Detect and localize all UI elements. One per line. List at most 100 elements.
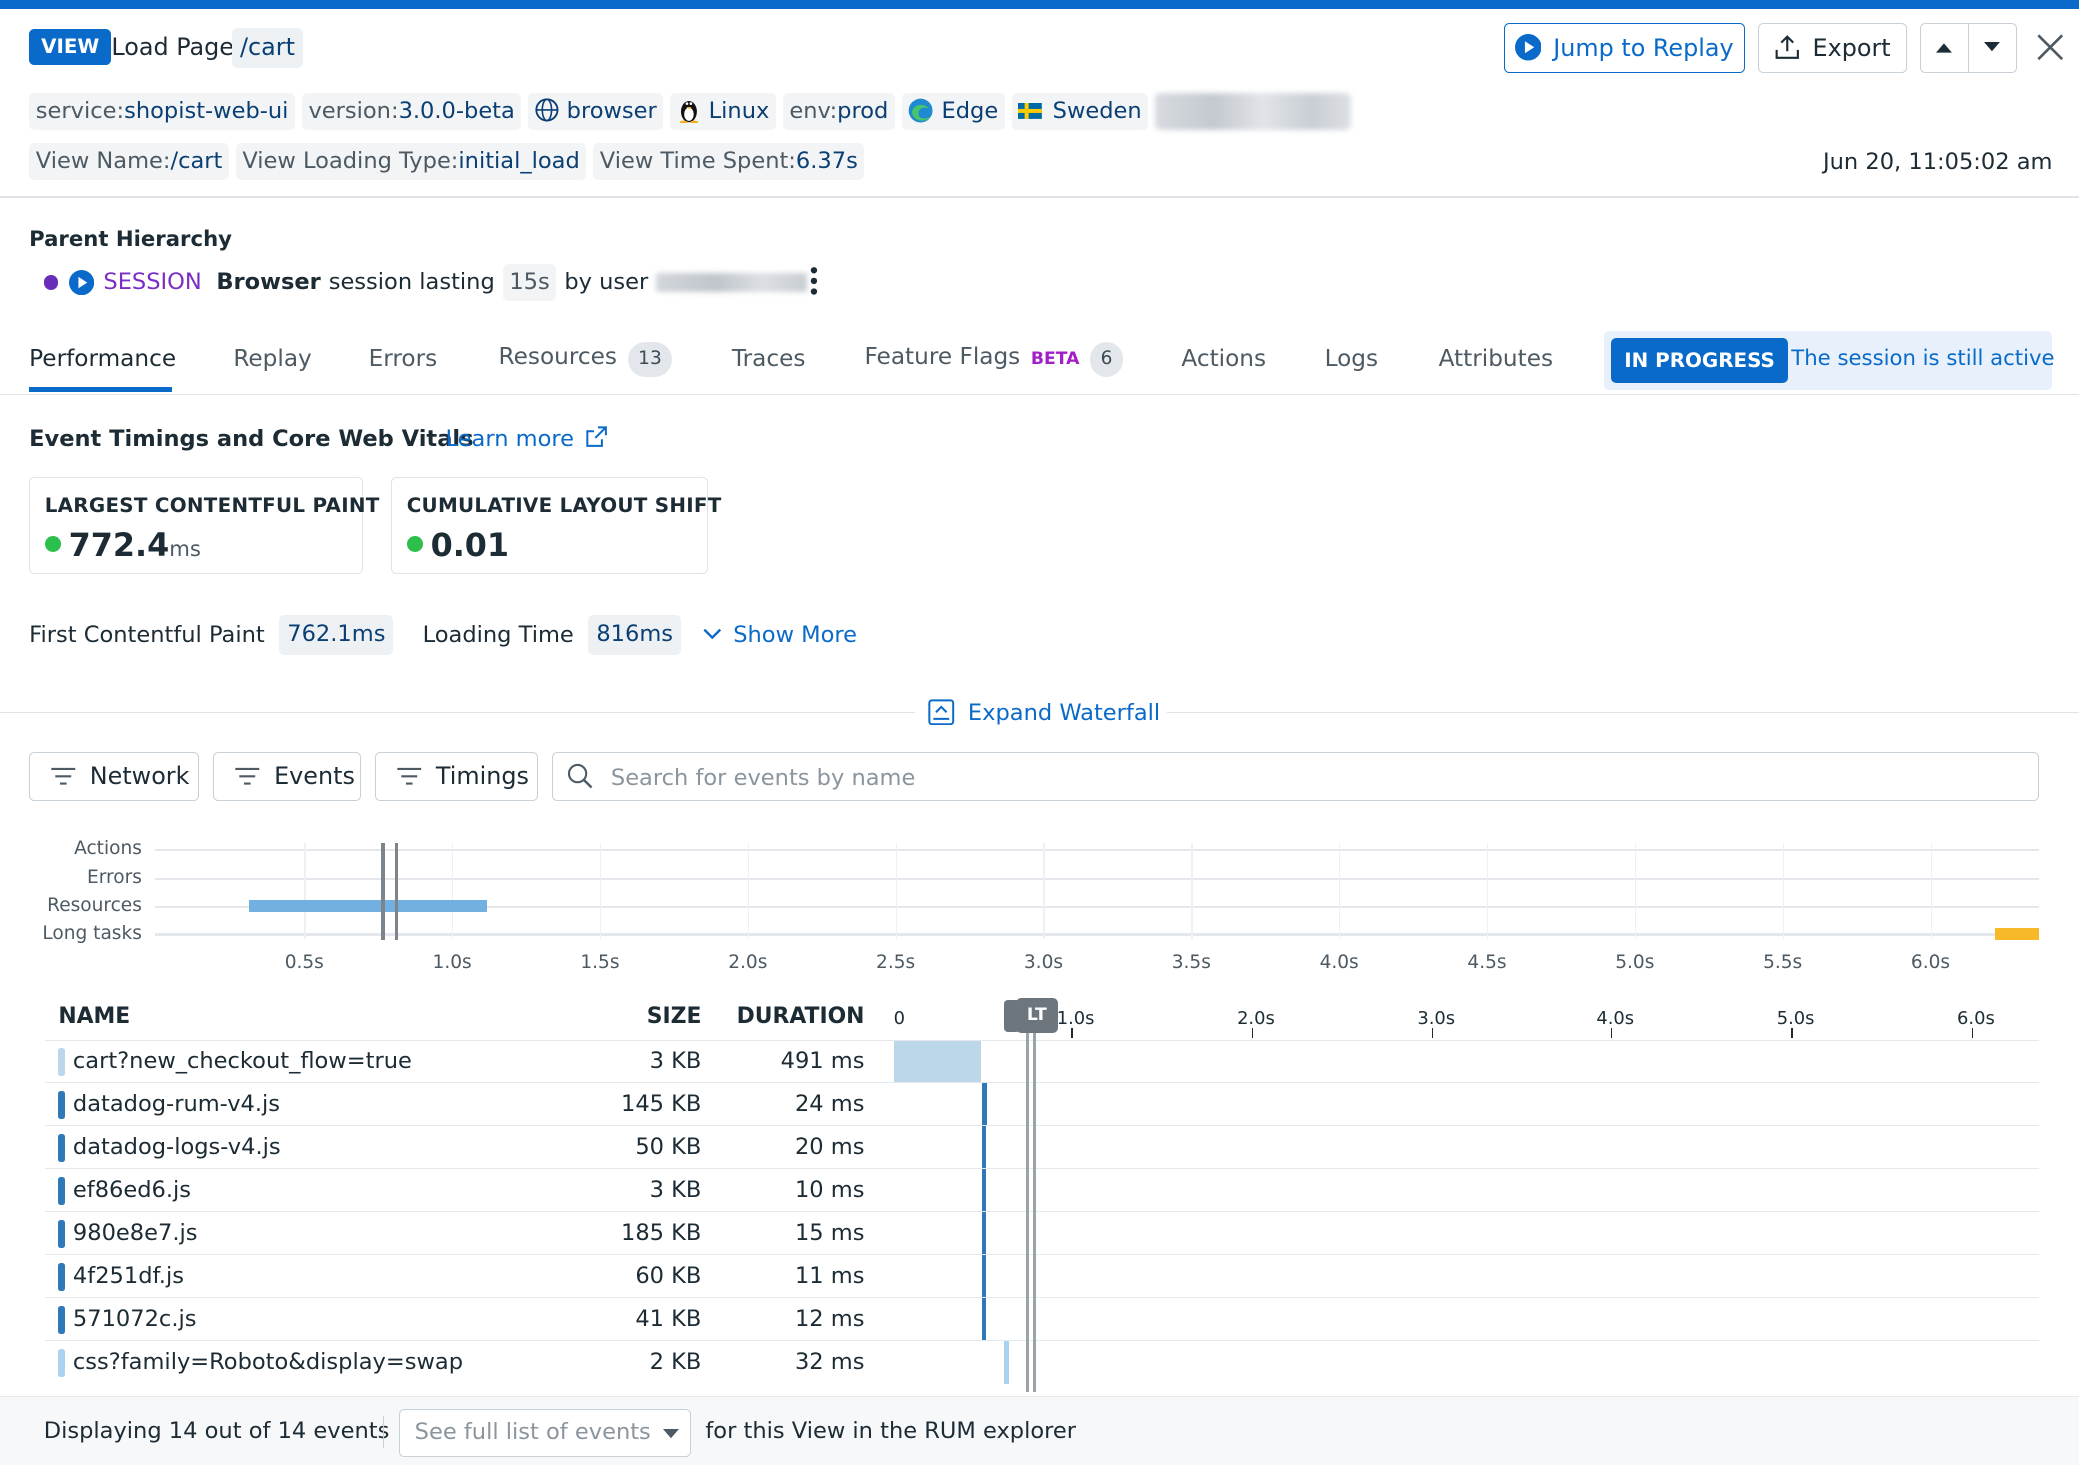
expand-waterfall-button[interactable]: Expand Waterfall [928,699,1160,726]
service-tag[interactable]: service:shopist-web-ui [29,92,296,130]
jump-to-replay-button[interactable]: Jump to Replay [1503,22,1745,73]
resource-row[interactable]: ef86ed6.js 3 KB 10 ms [45,1168,2040,1212]
resource-type-marker [58,1263,65,1292]
timeline-gridline [747,843,750,939]
browser-name-tag[interactable]: Edge [901,92,1005,130]
event-search-input[interactable] [608,760,2019,796]
next-event-button[interactable] [1967,22,2017,73]
resource-size: 41 KB [635,1306,702,1333]
timeline-row-long-tasks: Long tasks [42,922,142,944]
events-filter-button[interactable]: Events [213,751,361,801]
resource-row[interactable]: cart?new_checkout_flow=true 3 KB 491 ms [45,1039,2040,1083]
os-tag[interactable]: Linux [670,92,776,130]
more-options-icon[interactable] [806,265,822,305]
resource-name: datadog-rum-v4.js [72,1091,281,1118]
waterfall-bar[interactable] [982,1083,987,1126]
resource-duration: 10 ms [794,1177,865,1204]
waterfall-tick-label: 2.0s [1237,1007,1275,1029]
resource-duration: 32 ms [794,1349,865,1376]
resource-type-marker [58,1048,65,1077]
session-status-banner: IN PROGRESS The session is still active [1604,331,2055,390]
sweden-flag-icon [1018,103,1043,120]
tab-feature-flags[interactable]: Feature Flags BETA 6 [864,342,1124,377]
column-header-size[interactable]: SIZE [647,1004,702,1029]
resource-duration: 12 ms [794,1306,865,1333]
resource-size: 50 KB [635,1134,702,1161]
event-timestamp: Jun 20, 11:05:02 am [1823,148,2053,175]
cls-card: CUMULATIVE LAYOUT SHIFT 0.01 [391,477,721,575]
show-more-button[interactable]: Show More [703,622,857,648]
resource-row[interactable]: datadog-rum-v4.js 145 KB 24 ms [45,1082,2040,1126]
env-tag[interactable]: env:prod [782,92,895,130]
waterfall-bar[interactable] [982,1212,987,1255]
tab-resources[interactable]: Resources 13 [499,342,673,377]
parent-hierarchy-label: Parent Hierarchy [29,226,232,252]
timings-filter-button[interactable]: Timings [375,751,539,801]
tab-traces[interactable]: Traces [732,345,806,372]
filter-icon [51,767,76,785]
tab-errors[interactable]: Errors [369,345,438,372]
learn-more-link[interactable]: Learn more [446,426,608,452]
waterfall-bar[interactable] [1003,1341,1010,1384]
time-spent-tag[interactable]: View Time Spent:6.37s [593,143,865,181]
column-header-name[interactable]: NAME [58,1004,130,1029]
tab-performance[interactable]: Performance [29,345,176,372]
resource-name: 4f251df.js [72,1263,184,1290]
resource-row[interactable]: datadog-logs-v4.js 50 KB 20 ms [45,1125,2040,1169]
resources-span[interactable] [249,900,487,913]
event-count-text: Displaying 14 out of 14 events [43,1418,390,1445]
waterfall-footer: Displaying 14 out of 14 events See full … [0,1396,2079,1465]
close-icon[interactable] [2036,34,2064,61]
loading-type-tag[interactable]: View Loading Type:initial_load [235,143,587,181]
waterfall-bar[interactable] [982,1298,987,1341]
timings-filter-label: Timings [435,762,529,791]
previous-event-button[interactable] [1919,22,1969,73]
waterfall-tick-mark [1971,1027,1973,1039]
chevron-down-icon [703,629,721,640]
network-filter-button[interactable]: Network [29,751,199,801]
timeline-tick-label: 0.5s [284,951,324,973]
waterfall-bar[interactable] [982,1126,987,1169]
tab-actions[interactable]: Actions [1181,345,1266,372]
version-tag[interactable]: version:3.0.0-beta [301,92,522,130]
export-button[interactable]: Export [1758,22,1907,73]
in-progress-badge: IN PROGRESS [1610,338,1789,384]
upload-icon [1775,35,1800,60]
resource-row[interactable]: 571072c.js 41 KB 12 ms [45,1297,2040,1341]
session-duration: 15s [502,263,557,301]
show-more-label: Show More [733,621,858,648]
resource-row[interactable]: 4f251df.js 60 KB 11 ms [45,1254,2040,1298]
timeline-row-errors: Errors [87,867,142,889]
filter-icon [235,767,260,785]
lcp-label: LARGEST CONTENTFUL PAINT [44,494,380,518]
country-tag[interactable]: Sweden [1011,92,1149,130]
waterfall-bar[interactable] [893,1040,981,1082]
resources-count: 13 [627,342,673,377]
redacted-tag[interactable] [1155,92,1352,130]
waterfall-tick-label: 5.0s [1776,1007,1815,1029]
tab-logs[interactable]: Logs [1325,345,1379,372]
session-dot-icon [43,275,59,290]
event-search-box [551,751,2040,801]
waterfall-bar[interactable] [982,1255,987,1298]
tab-replay[interactable]: Replay [233,345,311,372]
events-list-dropdown[interactable]: See full list of events [399,1409,691,1457]
device-type-tag[interactable]: browser [528,92,664,130]
redacted-username [656,273,808,292]
long-task-span[interactable] [1995,928,2040,941]
column-header-duration[interactable]: DURATION [737,1004,865,1029]
waterfall-divider-right [1166,712,2079,714]
lt-marker-flag[interactable]: LT [1015,998,1059,1033]
timeline-row-actions: Actions [74,837,142,859]
waterfall-bar[interactable] [982,1169,987,1212]
lt-marker-line [395,843,398,941]
view-name-tag[interactable]: View Name:/cart [29,143,229,181]
waterfall-tick-label: 0 [893,1007,906,1029]
resource-type-marker [58,1134,65,1163]
timeline-gridline [1339,843,1341,939]
fcp-value: 762.1ms [279,615,394,655]
resource-row[interactable]: 980e8e7.js 185 KB 15 ms [45,1211,2040,1255]
session-link[interactable]: SESSION Browser session lasting 15s by u… [43,263,808,301]
tab-attributes[interactable]: Attributes [1439,345,1553,372]
resource-row[interactable]: css?family=Roboto&display=swap 2 KB 32 ms [45,1340,2040,1384]
